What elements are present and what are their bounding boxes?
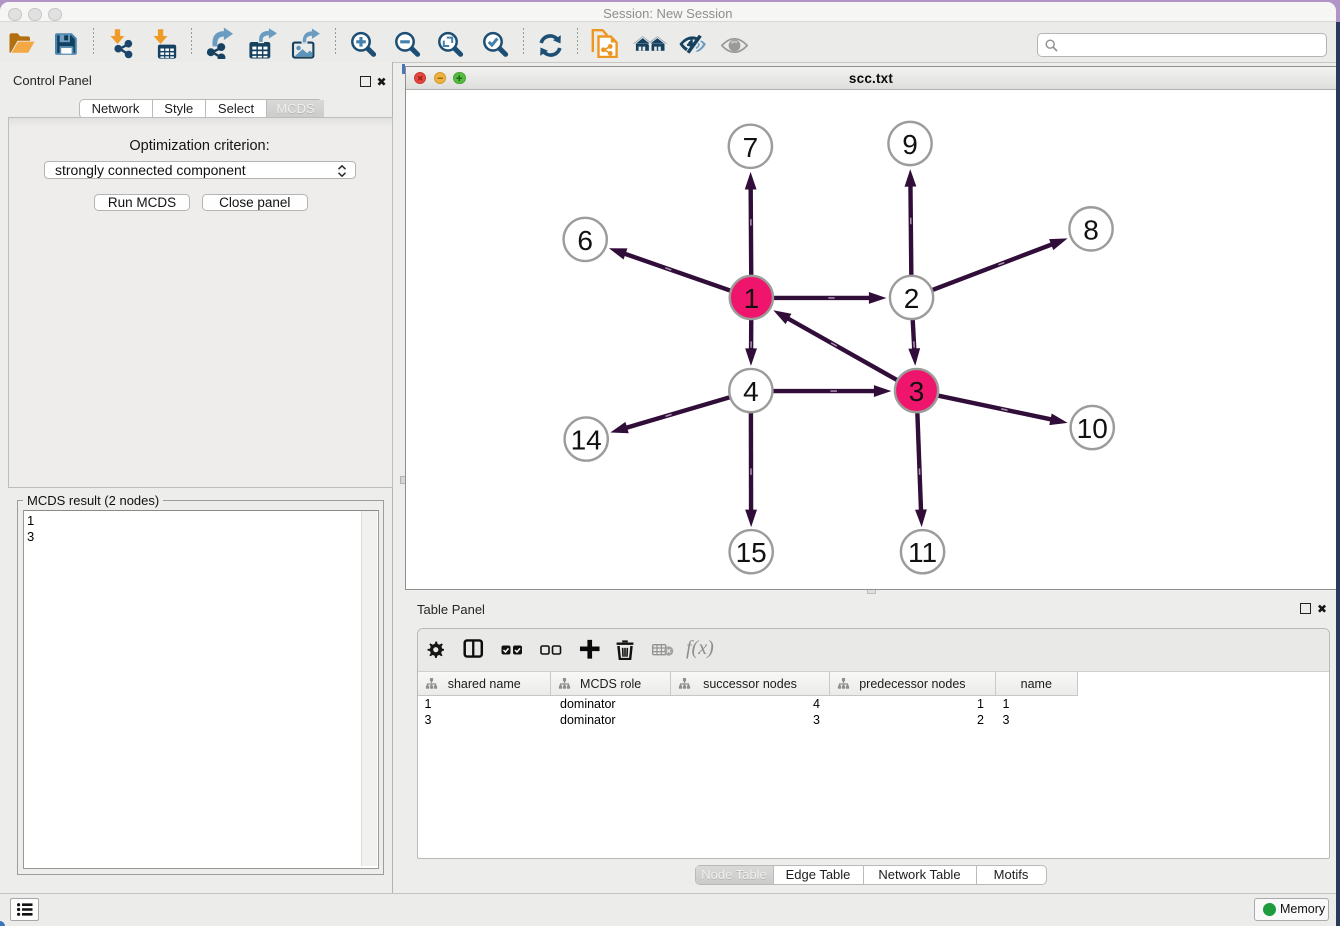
svg-text:10: 10 [1076, 413, 1107, 444]
svg-text:8: 8 [1083, 214, 1099, 245]
svg-text:14: 14 [570, 425, 601, 456]
svg-text:9: 9 [902, 129, 918, 160]
svg-text:3: 3 [908, 376, 924, 407]
svg-text:7: 7 [742, 132, 758, 163]
svg-text:1: 1 [743, 283, 759, 314]
svg-text:6: 6 [577, 225, 593, 256]
svg-text:4: 4 [743, 376, 759, 407]
svg-text:15: 15 [735, 537, 766, 568]
svg-text:11: 11 [908, 537, 937, 568]
svg-text:2: 2 [903, 283, 919, 314]
